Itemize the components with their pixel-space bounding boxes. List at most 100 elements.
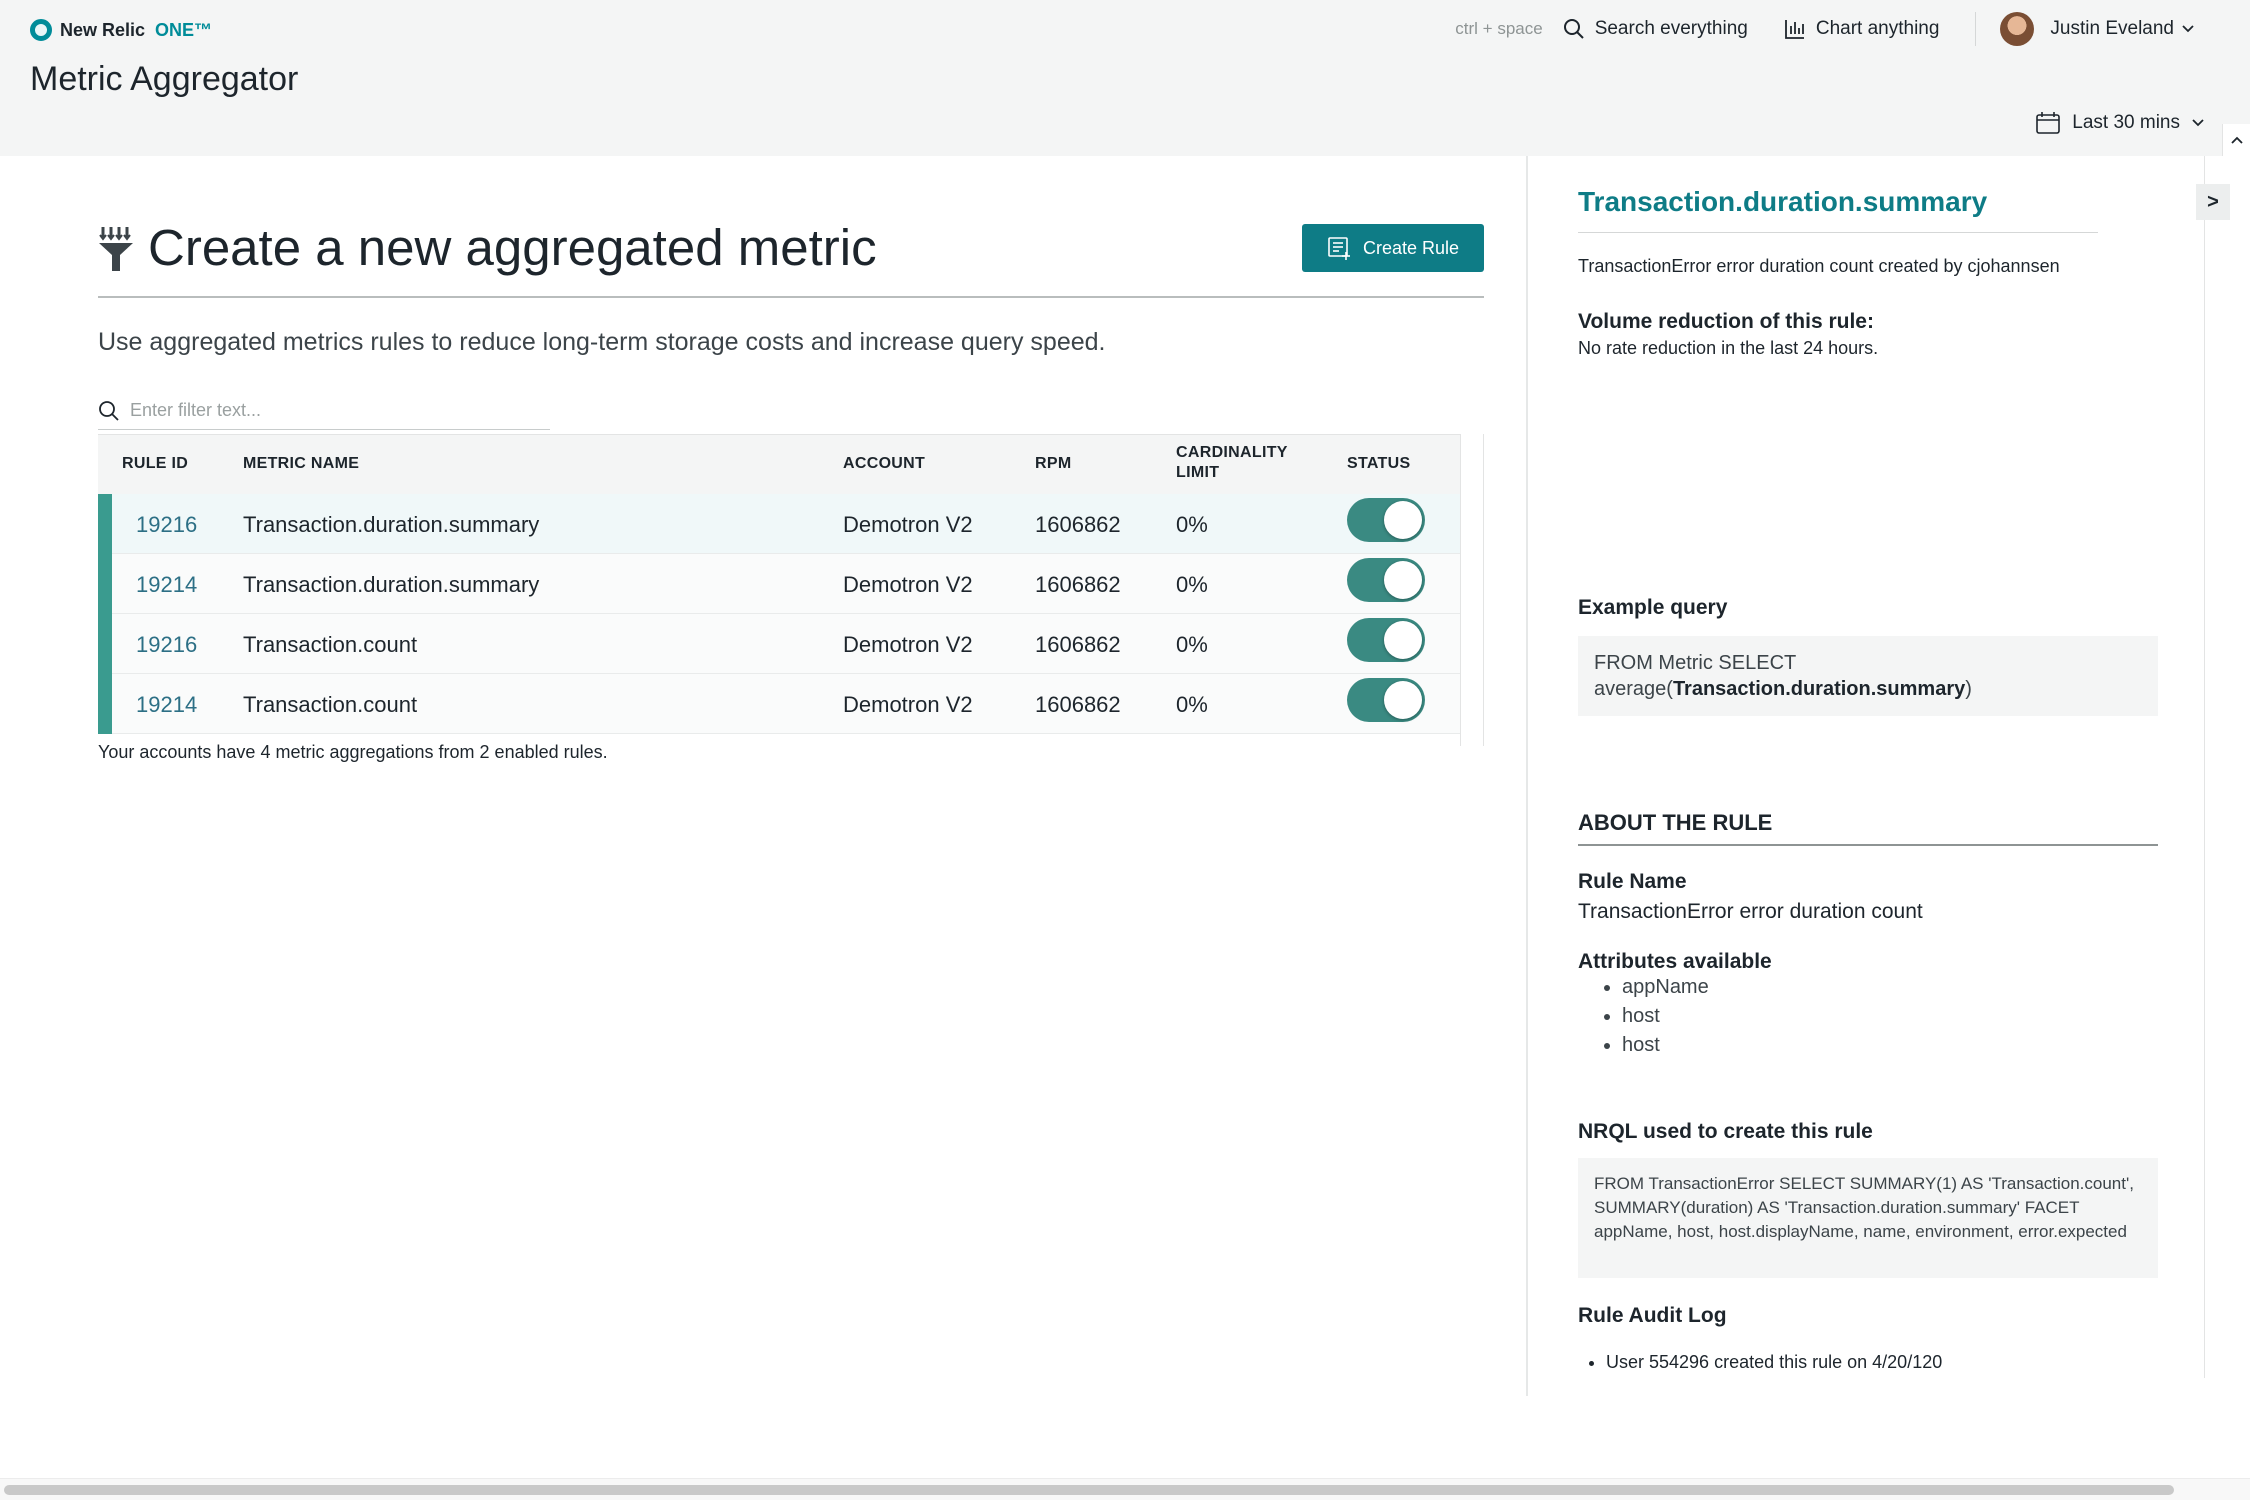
chart-icon <box>1784 20 1804 39</box>
row-marker <box>98 674 112 734</box>
rule-name-value: TransactionError error duration count <box>1578 900 1923 923</box>
shortcut-hint: ctrl + space <box>1455 19 1543 38</box>
account-name: Demotron V2 <box>843 692 973 717</box>
status-toggle[interactable] <box>1347 618 1425 662</box>
metric-name: Transaction.duration.summary <box>243 572 540 597</box>
rule-id-link[interactable]: 19216 <box>136 512 197 538</box>
row-marker <box>98 614 112 674</box>
attribute-item: host <box>1622 1034 1709 1063</box>
nrql-code-box: FROM TransactionError SELECT SUMMARY(1) … <box>1578 1158 2158 1278</box>
search-everything-button[interactable]: Search everything <box>1563 18 1748 40</box>
attributes-list: appName host host <box>1622 976 1709 1063</box>
metric-name: Transaction.count <box>243 632 418 657</box>
cardinality-value: 0% <box>1176 632 1208 657</box>
rpm-value: 1606862 <box>1035 512 1121 537</box>
header-divider <box>1975 12 1977 46</box>
volume-text: No rate reduction in the last 24 hours. <box>1578 338 1879 358</box>
cardinality-value: 0% <box>1176 572 1208 597</box>
example-query-suffix: ) <box>1965 678 1972 700</box>
rule-name-label: Rule Name <box>1578 870 1687 893</box>
intro-text: Use aggregated metrics rules to reduce l… <box>98 328 1106 356</box>
filter-input[interactable] <box>130 400 530 421</box>
status-toggle[interactable] <box>1347 678 1425 722</box>
row-marker <box>98 554 112 614</box>
toggle-knob <box>1384 561 1422 599</box>
panel-scrollbar[interactable] <box>2204 156 2224 1378</box>
aggregate-funnel-icon <box>99 227 133 271</box>
attribute-item: appName <box>1622 976 1709 1005</box>
attribute-item: host <box>1622 1005 1709 1034</box>
chevron-down-icon <box>2182 25 2194 33</box>
example-query-heading: Example query <box>1578 596 1728 619</box>
volume-heading: Volume reduction of this rule: <box>1578 310 1874 333</box>
collapse-header-button[interactable] <box>2222 124 2250 156</box>
time-range-picker[interactable]: Last 30 mins <box>2036 112 2204 134</box>
column-header-account[interactable]: ACCOUNT <box>843 455 925 473</box>
brand-logo-icon <box>30 19 52 41</box>
panel-metric-title: Transaction.duration.summary <box>1578 186 1988 217</box>
attributes-label: Attributes available <box>1578 950 1772 973</box>
cardinality-value: 0% <box>1176 692 1208 717</box>
table-header: RULE ID METRIC NAME ACCOUNT RPM CARDINAL… <box>98 434 1460 494</box>
table-row[interactable]: 19216 Transaction.count Demotron V2 1606… <box>98 614 1460 674</box>
create-rule-label: Create Rule <box>1362 237 1460 258</box>
toggle-knob <box>1384 501 1422 539</box>
chart-anything-label: Chart anything <box>1815 18 1940 39</box>
top-header: New Relic ONE™ Metric Aggregator ctrl + … <box>0 0 2250 156</box>
time-range-label: Last 30 mins <box>2072 112 2180 133</box>
chart-anything-button[interactable]: Chart anything <box>1784 18 1940 40</box>
cardinality-value: 0% <box>1176 512 1208 537</box>
rule-id-link[interactable]: 19214 <box>136 572 197 598</box>
avatar <box>2000 12 2035 46</box>
search-icon <box>99 400 119 421</box>
table-scrollbar[interactable] <box>1460 434 1484 746</box>
top-actions: ctrl + space Search everything Chart any… <box>1455 12 2250 46</box>
status-toggle[interactable] <box>1347 498 1425 542</box>
audit-log-entry: User 554296 created this rule on 4/20/12… <box>1606 1352 1942 1373</box>
search-everything-label: Search everything <box>1594 18 1748 39</box>
panel-subtitle: TransactionError error duration count cr… <box>1578 256 2060 276</box>
account-name: Demotron V2 <box>843 512 973 537</box>
account-name: Demotron V2 <box>843 632 973 657</box>
toggle-knob <box>1384 681 1422 719</box>
column-header-rpm[interactable]: RPM <box>1035 455 1071 473</box>
brand-logo[interactable]: New Relic ONE™ <box>30 16 212 44</box>
horizontal-scrollbar[interactable] <box>0 1478 2250 1500</box>
column-header-rule-id[interactable]: RULE ID <box>122 455 188 473</box>
chevron-up-icon <box>2230 136 2243 144</box>
toggle-knob <box>1384 621 1422 659</box>
heading-divider <box>98 296 1484 298</box>
table-row[interactable]: 19214 Transaction.duration.summary Demot… <box>98 554 1460 614</box>
column-header-cardinality-limit[interactable]: CARDINALITY LIMIT <box>1176 443 1306 483</box>
chevron-down-icon <box>2192 119 2204 127</box>
row-marker <box>98 494 112 554</box>
audit-log-label: Rule Audit Log <box>1578 1304 1727 1327</box>
create-rule-icon <box>1328 237 1350 260</box>
audit-log-list: User 554296 created this rule on 4/20/12… <box>1606 1352 1942 1373</box>
column-header-status[interactable]: STATUS <box>1347 455 1410 473</box>
status-toggle[interactable] <box>1347 558 1425 602</box>
account-name: Demotron V2 <box>843 572 973 597</box>
example-query-metric: Transaction.duration.summary <box>1672 678 1966 700</box>
metric-name: Transaction.duration.summary <box>243 512 540 537</box>
table-rows: 19216 Transaction.duration.summary Demot… <box>98 494 1460 734</box>
column-header-metric-name[interactable]: METRIC NAME <box>243 455 359 473</box>
collapse-panel-button[interactable]: > <box>2196 184 2230 220</box>
rules-table: RULE ID METRIC NAME ACCOUNT RPM CARDINAL… <box>98 434 1484 746</box>
search-icon <box>1563 19 1584 39</box>
user-menu[interactable]: Justin Eveland <box>2000 12 2194 46</box>
scrollbar-thumb[interactable] <box>4 1485 2174 1495</box>
brand-name: New Relic <box>60 19 146 40</box>
calendar-icon <box>2036 112 2061 134</box>
table-row[interactable]: 19216 Transaction.duration.summary Demot… <box>98 494 1460 554</box>
table-row[interactable]: 19214 Transaction.count Demotron V2 1606… <box>98 674 1460 734</box>
rule-id-link[interactable]: 19216 <box>136 632 197 658</box>
main-content: Create a new aggregated metric Create Ru… <box>0 156 1526 1480</box>
rpm-value: 1606862 <box>1035 572 1121 597</box>
metric-name: Transaction.count <box>243 692 418 717</box>
create-heading-title: Create a new aggregated metric <box>148 219 877 276</box>
example-query-box: FROM Metric SELECT average(Transaction.d… <box>1578 636 2158 716</box>
rule-id-link[interactable]: 19214 <box>136 692 197 718</box>
table-summary: Your accounts have 4 metric aggregations… <box>98 742 608 762</box>
create-rule-button[interactable]: Create Rule <box>1302 224 1484 272</box>
